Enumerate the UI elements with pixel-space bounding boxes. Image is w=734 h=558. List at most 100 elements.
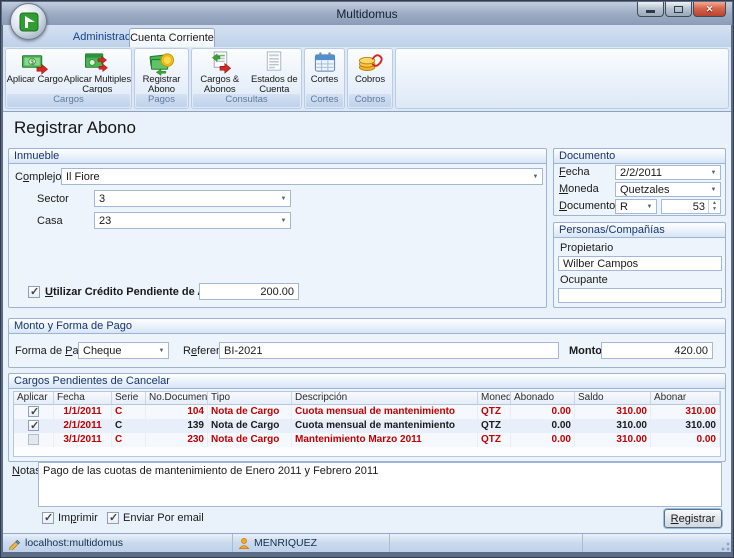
window-controls: ✕ bbox=[636, 2, 726, 17]
page-title: Registrar Abono bbox=[14, 118, 136, 138]
imprimir-checkbox[interactable] bbox=[42, 512, 54, 524]
cell-descripcion: Mantenimiento Marzo 2011 bbox=[292, 433, 478, 447]
close-button[interactable]: ✕ bbox=[693, 2, 726, 17]
col-abonar[interactable]: Abonar bbox=[651, 392, 720, 405]
groupbox-inmueble: Inmueble Complejo Il Fiore Sector 3 Casa… bbox=[8, 148, 547, 308]
cortes-button[interactable]: Cortes bbox=[305, 49, 344, 93]
ribbon-group-consultas: Cargos & Abonos Estados de Cuenta bbox=[191, 48, 302, 109]
table-row[interactable]: 1/1/2011 C 104 Nota de Cargo Cuota mensu… bbox=[14, 405, 720, 419]
chevron-down-icon bbox=[277, 213, 290, 228]
cell-moneda: QTZ bbox=[478, 419, 511, 433]
col-fecha[interactable]: Fecha bbox=[54, 392, 112, 405]
spinner-up-down-icon[interactable]: ▲▼ bbox=[708, 200, 720, 213]
app-menu-button[interactable] bbox=[10, 3, 47, 40]
fecha-label: Fecha bbox=[559, 165, 590, 180]
aplicar-multiples-cargos-button[interactable]: Aplicar Multiples Cargos bbox=[64, 49, 131, 93]
forma-pago-select[interactable]: Cheque bbox=[78, 342, 169, 359]
cobros-button[interactable]: Cobros bbox=[348, 49, 392, 93]
enviar-email-label: Enviar Por email bbox=[123, 511, 204, 526]
close-icon: ✕ bbox=[706, 5, 714, 14]
fecha-value: 2/2/2011 bbox=[620, 167, 662, 179]
cell-fecha: 3/1/2011 bbox=[54, 433, 112, 447]
sector-select[interactable]: 3 bbox=[94, 190, 291, 207]
cell-descripcion: Cuota mensual de mantenimiento bbox=[292, 419, 478, 433]
complejo-select[interactable]: Il Fiore bbox=[61, 168, 543, 185]
notas-textarea[interactable]: Pago de las cuotas de mantenimiento de E… bbox=[38, 462, 722, 507]
minimize-button[interactable] bbox=[637, 2, 664, 17]
enviar-email-checkbox[interactable] bbox=[107, 512, 119, 524]
aplicar-checkbox[interactable] bbox=[28, 406, 39, 417]
cell-abonar: 310.00 bbox=[651, 419, 720, 433]
register-payment-icon bbox=[148, 50, 176, 75]
status-user-pane: MENRIQUEZ bbox=[233, 534, 390, 552]
tab-cuenta-corriente[interactable]: Cuenta Corriente bbox=[129, 28, 215, 47]
application-window: Multidomus ✕ Administración Cuenta Corri… bbox=[0, 0, 734, 558]
registrar-button[interactable]: Registrar bbox=[664, 509, 722, 528]
cell-abonado: 0.00 bbox=[511, 433, 575, 447]
registrar-abono-button[interactable]: Registrar Abono bbox=[135, 49, 188, 93]
propietario-field[interactable]: Wilber Campos bbox=[558, 256, 722, 271]
propietario-value: Wilber Campos bbox=[563, 258, 638, 270]
cell-no-documento: 230 bbox=[146, 433, 208, 447]
ribbon-group-cobros: Cobros Cobros bbox=[347, 48, 393, 109]
cell-saldo: 310.00 bbox=[575, 405, 651, 419]
fecha-select[interactable]: 2/2/2011 bbox=[615, 165, 721, 180]
aplicar-checkbox[interactable] bbox=[28, 434, 39, 445]
ribbon-group-caption: Pagos bbox=[136, 94, 187, 107]
col-aplicar[interactable]: Aplicar bbox=[14, 392, 54, 405]
coins-icon bbox=[356, 50, 384, 75]
documento-tipo-select[interactable]: R bbox=[615, 199, 657, 214]
referencia-field[interactable]: BI-2021 bbox=[219, 342, 559, 359]
chevron-down-icon bbox=[277, 191, 290, 206]
monto-field[interactable]: 420.00 bbox=[601, 342, 713, 359]
cell-aplicar bbox=[14, 419, 54, 433]
credito-amount-field[interactable]: 200.00 bbox=[199, 283, 299, 300]
status-server-text: localhost:multidomus bbox=[25, 537, 123, 549]
cargos-abonos-button[interactable]: Cargos & Abonos bbox=[192, 49, 247, 93]
casa-select[interactable]: 23 bbox=[94, 212, 291, 229]
notas-label: Notas bbox=[12, 464, 41, 479]
cell-saldo: 310.00 bbox=[575, 433, 651, 447]
col-serie[interactable]: Serie bbox=[112, 392, 146, 405]
groupbox-header: Cargos Pendientes de Cancelar bbox=[9, 374, 725, 389]
col-moneda[interactable]: Moneda bbox=[478, 392, 511, 405]
aplicar-checkbox[interactable] bbox=[28, 420, 39, 431]
ribbon-button-label: Registrar Abono bbox=[135, 75, 188, 93]
forma-pago-value: Cheque bbox=[83, 345, 122, 357]
col-abonado[interactable]: Abonado bbox=[511, 392, 575, 405]
status-empty-pane bbox=[390, 534, 583, 552]
apply-charge-icon: $ bbox=[21, 50, 49, 75]
cell-tipo: Nota de Cargo bbox=[208, 419, 292, 433]
sector-label: Sector bbox=[37, 192, 69, 207]
maximize-button[interactable] bbox=[665, 2, 692, 17]
multidomus-logo bbox=[18, 11, 40, 33]
estados-de-cuenta-button[interactable]: Estados de Cuenta bbox=[247, 49, 301, 93]
table-row[interactable]: 2/1/2011 C 139 Nota de Cargo Cuota mensu… bbox=[14, 419, 720, 433]
cell-fecha: 1/1/2011 bbox=[54, 405, 112, 419]
cell-tipo: Nota de Cargo bbox=[208, 433, 292, 447]
status-server-pane: localhost:multidomus bbox=[3, 534, 233, 552]
ribbon-empty-area bbox=[395, 48, 729, 109]
col-saldo[interactable]: Saldo bbox=[575, 392, 651, 405]
col-tipo[interactable]: Tipo bbox=[208, 392, 292, 405]
cell-aplicar bbox=[14, 405, 54, 419]
cell-serie: C bbox=[112, 405, 146, 419]
resize-grip[interactable] bbox=[718, 539, 730, 551]
ribbon-button-label: Estados de Cuenta bbox=[247, 75, 301, 93]
col-no-documento[interactable]: No.Documento bbox=[146, 392, 208, 405]
ocupante-field[interactable] bbox=[558, 288, 722, 303]
client-area: Administración Cuenta Corriente $ Aplica… bbox=[3, 25, 731, 552]
documento-numero-stepper[interactable]: 53 ▲▼ bbox=[661, 199, 721, 214]
title-bar[interactable]: Multidomus bbox=[2, 2, 732, 25]
credito-checkbox[interactable] bbox=[28, 286, 40, 298]
cell-abonado: 0.00 bbox=[511, 405, 575, 419]
cell-fecha: 2/1/2011 bbox=[54, 419, 112, 433]
complejo-label: Complejo bbox=[15, 170, 61, 185]
credito-amount-value: 200.00 bbox=[260, 286, 294, 298]
aplicar-cargo-button[interactable]: $ Aplicar Cargo bbox=[6, 49, 64, 93]
moneda-select[interactable]: Quetzales bbox=[615, 182, 721, 197]
cell-aplicar bbox=[14, 433, 54, 447]
chevron-down-icon bbox=[643, 200, 656, 213]
col-descripcion[interactable]: Descripción bbox=[292, 392, 478, 405]
table-row[interactable]: 3/1/2011 C 230 Nota de Cargo Mantenimien… bbox=[14, 433, 720, 447]
